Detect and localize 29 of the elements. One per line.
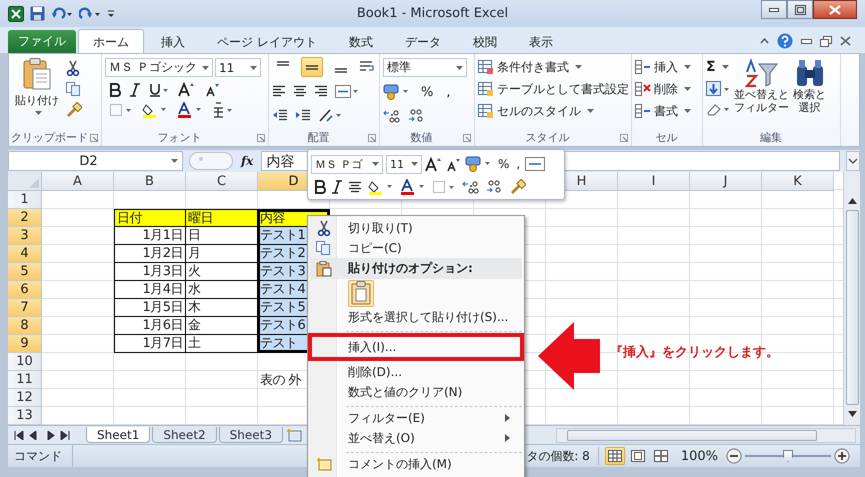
table-cell: 金 (186, 317, 258, 335)
table-cell: 1月1日 (114, 227, 186, 245)
status-mode: コマンド (8, 445, 73, 467)
group-label: スタイル (524, 130, 570, 145)
table-cell: 1月3日 (114, 263, 186, 281)
table-cell: 木 (186, 299, 258, 317)
annotation-text: 『挿入』をクリックします。 (610, 344, 779, 361)
table-cell: 1月5日 (114, 299, 186, 317)
group-label: フォント (156, 130, 202, 145)
cell-text: 表の 外 (259, 372, 302, 389)
table-header-cell: 日付 (114, 209, 186, 227)
table-cell: 1月4日 (114, 281, 186, 299)
table-cell: 月 (186, 245, 258, 263)
table-cell: 土 (186, 335, 258, 353)
group-label: 編集 (759, 130, 783, 145)
table-cell: 火 (186, 263, 258, 281)
status-count: タの個数: 8 (526, 448, 590, 464)
table-header-cell: 曜日 (186, 209, 258, 227)
group-label: セル (654, 130, 678, 145)
table-cell: 水 (186, 281, 258, 299)
window-title: Book1 - Microsoft Excel (356, 6, 508, 21)
table-cell: 1月7日 (114, 335, 186, 353)
group-label: 数値 (410, 130, 434, 145)
table-cell: 1月2日 (114, 245, 186, 263)
table-cell: 1月6日 (114, 317, 186, 335)
menu-section-heading: 貼り付けのオプション: (310, 258, 522, 279)
group-label: クリップボード (11, 130, 88, 145)
group-label: 配置 (306, 130, 330, 145)
table-cell: 日 (186, 227, 258, 245)
